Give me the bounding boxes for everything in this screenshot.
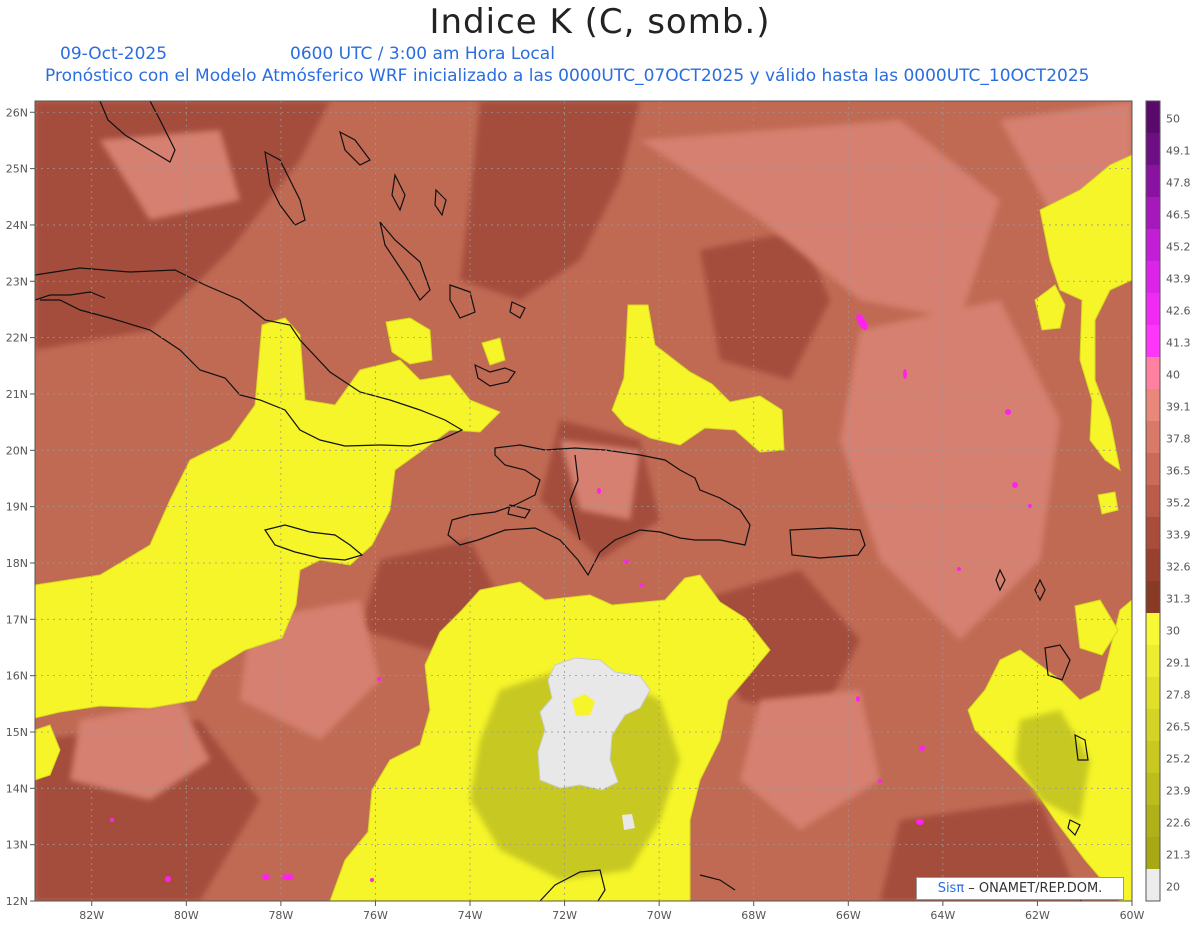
colorbar-label: 36.5 [1166, 465, 1191, 478]
colorbar-label: 49.1 [1166, 145, 1191, 158]
lat-tick-label: 23N [6, 275, 28, 288]
colorbar-label: 32.6 [1166, 561, 1191, 574]
colorbar-swatch [1146, 229, 1160, 262]
lon-tick-label: 64W [930, 909, 955, 922]
colorbar-swatch [1146, 453, 1160, 486]
colorbar: 50 49.1 47.8 46.5 45.2 43.9 42.6 41.3 40 39.1 37.8… [1145, 100, 1191, 902]
colorbar-swatch [1146, 357, 1160, 390]
credit-box: Sisπ – ONAMET/REP.DOM. [916, 877, 1124, 900]
colorbar-swatch [1146, 197, 1160, 230]
lon-tick-label: 60W [1120, 909, 1145, 922]
colorbar-swatch [1146, 485, 1160, 518]
colorbar-label: 35.2 [1166, 497, 1191, 510]
colorbar-label: 25.2 [1166, 753, 1191, 766]
lat-tick-label: 17N [6, 613, 28, 626]
lon-tick-label: 82W [79, 909, 104, 922]
colorbar-label: 42.6 [1166, 305, 1191, 318]
lon-tick-label: 72W [552, 909, 577, 922]
colorbar-swatch [1146, 741, 1160, 774]
colorbar-swatch [1146, 613, 1160, 646]
lat-tick-label: 21N [6, 388, 28, 401]
lon-tick-label: 78W [268, 909, 293, 922]
colorbar-label: 41.3 [1166, 337, 1191, 350]
colorbar-swatch [1146, 101, 1160, 134]
lat-tick-label: 18N [6, 557, 28, 570]
colorbar-swatch [1146, 517, 1160, 550]
colorbar-swatch [1146, 421, 1160, 454]
colorbar-label: 26.5 [1166, 721, 1191, 734]
lon-tick-label: 70W [647, 909, 672, 922]
colorbar-label: 20 [1166, 881, 1180, 894]
colorbar-label: 23.9 [1166, 785, 1191, 798]
map-area[interactable] [35, 101, 1132, 901]
colorbar-label: 22.6 [1166, 817, 1191, 830]
lat-tick-label: 16N [6, 670, 28, 683]
colorbar-swatch [1146, 325, 1160, 358]
colorbar-label: 21.3 [1166, 849, 1191, 862]
colorbar-label: 39.1 [1166, 401, 1191, 414]
colorbar-label: 33.9 [1166, 529, 1191, 542]
colorbar-swatch [1146, 293, 1160, 326]
colorbar-label: 27.8 [1166, 689, 1191, 702]
latitude-axis: 12N 13N 14N 15N 16N 17N 18N 19N 20N 21N 22N 23N 24N 2… [6, 106, 35, 908]
colorbar-swatch [1146, 837, 1160, 870]
credit-text: – ONAMET/REP.DOM. [964, 881, 1103, 896]
credit-brand: Sisπ [937, 881, 965, 896]
map-figure: 82W 80W 78W 76W 74W 72W 70W 68W 66W 64W 62W 60W 12N… [6, 100, 1191, 922]
colorbar-swatch [1146, 133, 1160, 166]
lat-tick-label: 20N [6, 444, 28, 457]
colorbar-label: 31.3 [1166, 593, 1191, 606]
lon-tick-label: 80W [174, 909, 199, 922]
lat-tick-label: 24N [6, 219, 28, 232]
colorbar-label: 40 [1166, 369, 1180, 382]
lat-tick-label: 13N [6, 839, 28, 852]
lat-tick-label: 12N [6, 895, 28, 908]
lon-tick-label: 74W [458, 909, 483, 922]
lat-tick-label: 22N [6, 332, 28, 345]
colorbar-swatch [1146, 581, 1160, 614]
colorbar-label: 29.1 [1166, 657, 1191, 670]
lat-tick-label: 25N [6, 163, 28, 176]
colorbar-label: 47.8 [1166, 177, 1191, 190]
lon-tick-label: 66W [836, 909, 861, 922]
lat-tick-label: 15N [6, 726, 28, 739]
colorbar-swatch [1146, 869, 1160, 902]
longitude-axis: 82W 80W 78W 76W 74W 72W 70W 68W 66W 64W 62W 60W [79, 901, 1145, 922]
lat-tick-label: 26N [6, 106, 28, 119]
colorbar-label: 46.5 [1166, 209, 1191, 222]
colorbar-label: 45.2 [1166, 241, 1191, 254]
lon-tick-label: 62W [1025, 909, 1050, 922]
lon-tick-label: 68W [741, 909, 766, 922]
lat-tick-label: 14N [6, 782, 28, 795]
colorbar-swatch [1146, 261, 1160, 294]
colorbar-label: 50 [1166, 113, 1180, 126]
colorbar-swatch [1146, 165, 1160, 198]
colorbar-swatch [1146, 677, 1160, 710]
colorbar-label: 37.8 [1166, 433, 1191, 446]
lat-tick-label: 19N [6, 501, 28, 514]
colorbar-label: 43.9 [1166, 273, 1191, 286]
colorbar-swatch [1146, 389, 1160, 422]
colorbar-swatch [1146, 549, 1160, 582]
colorbar-swatch [1146, 773, 1160, 806]
colorbar-swatch [1146, 805, 1160, 838]
colorbar-label: 30 [1166, 625, 1180, 638]
colorbar-swatch [1146, 645, 1160, 678]
lon-tick-label: 76W [363, 909, 388, 922]
colorbar-swatch [1146, 709, 1160, 742]
